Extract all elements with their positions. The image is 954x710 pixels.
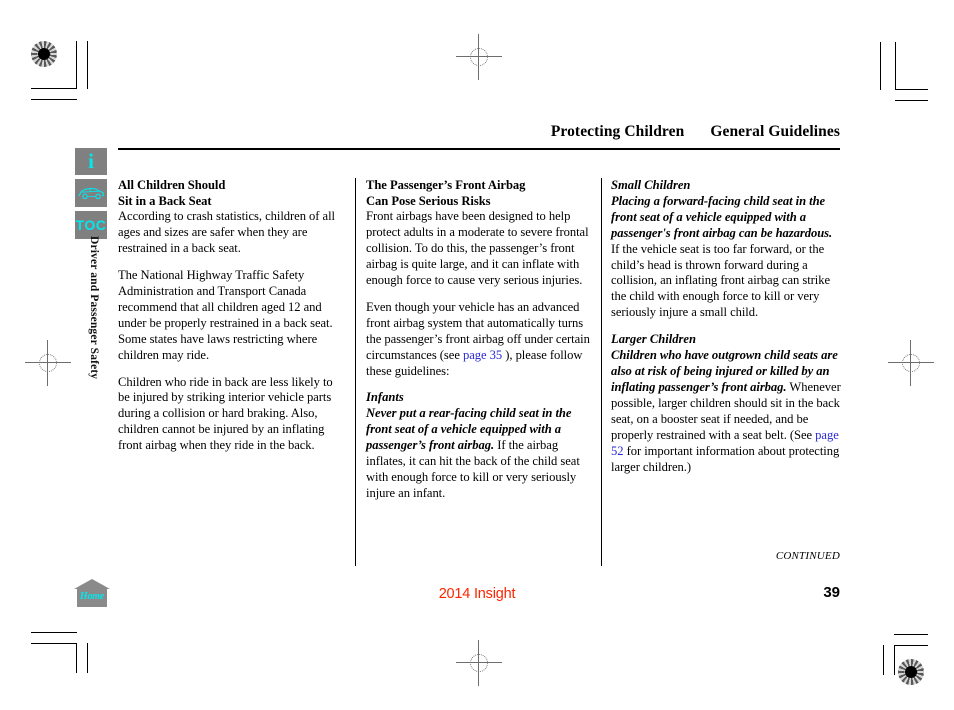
page-header: Protecting Children General Guidelines (118, 123, 840, 146)
middle-paragraph-1: Front airbags have been designed to help… (366, 209, 589, 287)
toc-icon[interactable]: TOC (75, 211, 107, 239)
home-button[interactable]: Home (74, 579, 110, 607)
column-left: All Children Should Sit in a Back Seat A… (118, 178, 343, 465)
left-heading-line2: Sit in a Back Seat (118, 193, 212, 208)
page-35-link[interactable]: page 35 (463, 348, 502, 362)
column-divider-2 (601, 178, 602, 566)
larger-children-warning: Children who have outgrown child seats a… (611, 348, 843, 475)
registration-target-bottom-right (898, 659, 924, 685)
registration-crosshair-bottom (456, 640, 502, 686)
middle-paragraph-2: Even though your vehicle has an advanced… (366, 300, 591, 380)
left-paragraph-2: The National Highway Traffic Safety Admi… (118, 267, 333, 362)
small-children-warning: Placing a forward-facing child seat in t… (611, 194, 843, 321)
registration-crosshair-right (888, 340, 934, 386)
small-children-warning-bold: Placing a forward-facing child seat in t… (611, 193, 833, 240)
info-icon-glyph: i (88, 149, 94, 173)
small-children-subheading: Small Children (611, 178, 691, 192)
registration-crosshair-left (25, 340, 71, 386)
chapter-vertical-label: Driver and Passenger Safety (88, 236, 100, 380)
continued-label: CONTINUED (775, 550, 840, 562)
section-title: Protecting Children (550, 123, 685, 140)
infants-subheading: Infants (366, 390, 404, 405)
home-icon-roof (74, 579, 110, 589)
middle-heading-line2: Can Pose Serious Risks (366, 193, 491, 208)
left-paragraph-1: According to crash statistics, children … (118, 209, 335, 256)
larger-children-warning-rest-b: for important information about protecti… (611, 443, 840, 474)
left-paragraph-3: Children who ride in back are less likel… (118, 374, 333, 453)
left-heading: All Children Should Sit in a Back Seat (118, 178, 343, 209)
toc-icon-label: TOC (75, 217, 107, 233)
page-number: 39 (823, 584, 840, 601)
header-rule (118, 148, 840, 150)
column-right: Small Children Placing a forward-facing … (611, 178, 843, 475)
small-children-warning-rest: If the vehicle seat is too far forward, … (611, 241, 831, 320)
column-middle: The Passenger’s Front Airbag Can Pose Se… (366, 178, 591, 502)
middle-heading: The Passenger’s Front Airbag Can Pose Se… (366, 178, 591, 209)
left-heading-line1: All Children Should (118, 178, 226, 192)
larger-children-subheading: Larger Children (611, 332, 697, 347)
registration-crosshair-top (456, 34, 502, 80)
content-columns: All Children Should Sit in a Back Seat A… (118, 178, 843, 568)
infants-warning: Never put a rear-facing child seat in th… (366, 406, 591, 502)
info-icon[interactable]: i (75, 148, 107, 175)
sidebar-icon-strip: i TOC (75, 148, 109, 243)
vehicle-icon[interactable] (75, 179, 107, 207)
middle-heading-line1: The Passenger’s Front Airbag (366, 178, 526, 192)
home-button-label: Home (79, 591, 105, 602)
model-label: 2014 Insight (438, 586, 516, 602)
column-divider-1 (355, 178, 356, 566)
registration-target-top-left (31, 41, 57, 67)
page-title: General Guidelines (710, 123, 840, 140)
